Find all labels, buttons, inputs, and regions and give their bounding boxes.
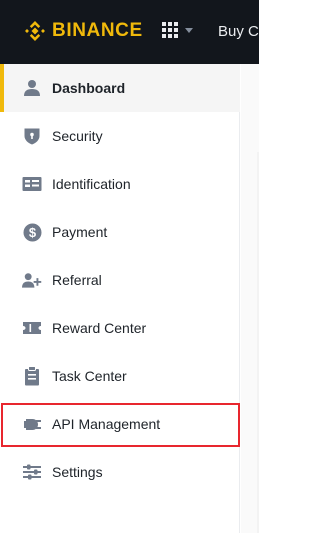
binance-diamond-icon [25,21,45,41]
top-navigation-bar: BINANCE Buy Crypto [0,0,259,64]
sidebar-item-label: Security [52,128,103,144]
sidebar-item-label: Referral [52,272,102,288]
sidebar-item-security[interactable]: Security [0,112,240,160]
sidebar-item-referral[interactable]: Referral [0,256,240,304]
sidebar-item-label: Task Center [52,368,127,384]
sidebar-item-label: Payment [52,224,108,240]
api-plug-icon [22,414,42,434]
apps-menu-button[interactable] [162,22,193,38]
content-panel-edge [257,152,259,533]
sidebar-item-label: Reward Center [52,320,147,336]
sidebar-item-identification[interactable]: Identification [0,160,240,208]
main-content-edge [241,64,259,533]
dollar-circle-icon: $ [22,222,42,242]
buy-crypto-link[interactable]: Buy Crypto [218,23,259,41]
sliders-icon [22,462,42,482]
sidebar-item-label: API Management [52,416,161,432]
sidebar-item-payment[interactable]: $ Payment [0,208,240,256]
sidebar-item-label: Dashboard [52,80,126,96]
sidebar-item-task-center[interactable]: Task Center [0,352,240,400]
sidebar-item-api-management[interactable]: API Management [0,400,240,448]
sidebar-item-label: Settings [52,464,103,480]
clipboard-icon [22,366,42,386]
brand-name: BINANCE [52,20,143,41]
shield-icon [22,126,42,146]
sidebar-item-dashboard[interactable]: Dashboard [0,64,240,112]
binance-logo[interactable]: BINANCE [24,19,143,43]
grid-icon [162,22,178,38]
sidebar-item-reward-center[interactable]: Reward Center [0,304,240,352]
sidebar-item-settings[interactable]: Settings [0,448,240,496]
caret-down-icon [185,27,193,33]
account-sidebar: Dashboard Security Identification $ Paym… [0,64,240,533]
svg-text:$: $ [28,225,36,240]
sidebar-item-label: Identification [52,176,131,192]
id-card-icon [22,174,42,194]
user-icon [22,78,42,98]
user-plus-icon [22,270,42,290]
ticket-icon [22,318,42,338]
